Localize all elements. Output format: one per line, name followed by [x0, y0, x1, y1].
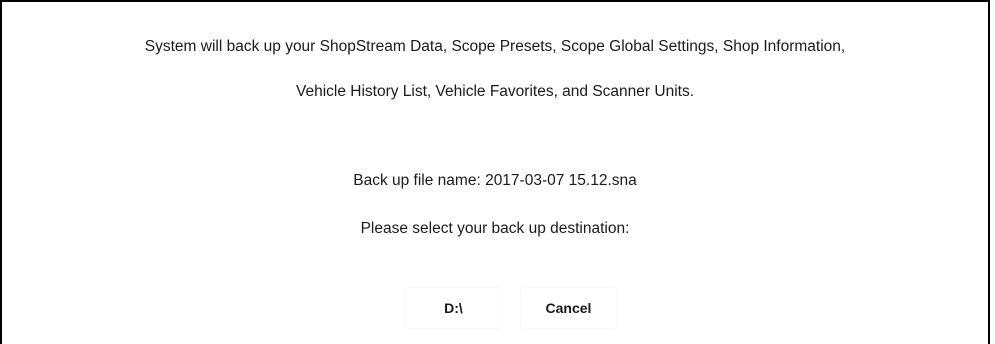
backup-description-line-1: System will back up your ShopStream Data… — [144, 38, 846, 55]
drive-d-button[interactable]: D:\ — [406, 288, 501, 328]
backup-dialog: System will back up your ShopStream Data… — [0, 0, 990, 344]
destination-prompt: Please select your back up destination: — [360, 220, 630, 237]
cancel-button[interactable]: Cancel — [521, 288, 616, 328]
backup-file-name: Back up file name: 2017-03-07 15.12.sna — [353, 172, 637, 189]
backup-description-line-2: Vehicle History List, Vehicle Favorites,… — [295, 83, 695, 100]
